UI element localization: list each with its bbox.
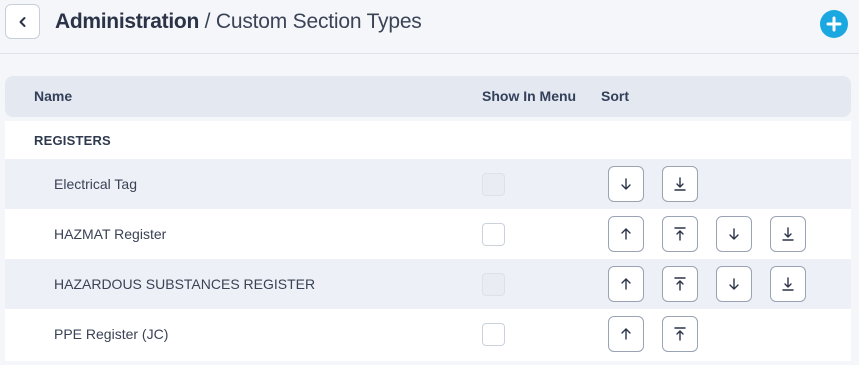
move-up-button[interactable] [608, 316, 644, 352]
move-to-top-button[interactable] [662, 316, 698, 352]
move-down-button[interactable] [716, 216, 752, 252]
arrow-to-bottom-icon [782, 277, 794, 291]
table-row: HAZMAT Register [5, 209, 851, 259]
group-label: REGISTERS [34, 133, 111, 148]
arrow-to-top-icon [674, 327, 686, 341]
show-in-menu-checkbox [482, 273, 505, 296]
move-to-top-button[interactable] [662, 216, 698, 252]
add-section-type-button[interactable] [820, 10, 848, 38]
row-name: PPE Register (JC) [54, 326, 169, 342]
arrow-down-icon [729, 278, 739, 290]
arrow-up-icon [621, 278, 631, 290]
move-to-bottom-button[interactable] [770, 266, 806, 302]
arrow-up-icon [621, 328, 631, 340]
arrow-to-top-icon [674, 227, 686, 241]
column-header-sort: Sort [601, 88, 629, 104]
breadcrumb-root[interactable]: Administration [55, 10, 199, 33]
arrow-to-bottom-icon [674, 177, 686, 191]
breadcrumb-current: / Custom Section Types [198, 10, 422, 33]
move-to-top-button[interactable] [662, 266, 698, 302]
table-row: PPE Register (JC) [5, 309, 851, 359]
plus-icon [826, 16, 842, 32]
arrow-to-top-icon [674, 277, 686, 291]
move-down-button[interactable] [716, 266, 752, 302]
move-up-button[interactable] [608, 216, 644, 252]
show-in-menu-checkbox[interactable] [482, 323, 505, 346]
column-header-name: Name [34, 88, 73, 104]
row-name: HAZMAT Register [54, 226, 167, 242]
table-row: HAZARDOUS SUBSTANCES REGISTER [5, 259, 851, 309]
table-header: Name Show In Menu Sort [5, 76, 851, 117]
row-name: HAZARDOUS SUBSTANCES REGISTER [54, 276, 316, 292]
show-in-menu-checkbox[interactable] [482, 223, 505, 246]
arrow-up-icon [621, 228, 631, 240]
move-up-button[interactable] [608, 266, 644, 302]
table-row: Electrical Tag [5, 159, 851, 209]
page-title: Administration / Custom Section Types [55, 9, 422, 35]
arrow-to-bottom-icon [782, 227, 794, 241]
move-to-bottom-button[interactable] [662, 166, 698, 202]
arrow-down-icon [729, 228, 739, 240]
chevron-left-icon [19, 16, 25, 27]
row-name: Electrical Tag [54, 176, 138, 192]
page-header: Administration / Custom Section Types [0, 0, 859, 54]
show-in-menu-checkbox [482, 173, 505, 196]
back-button[interactable] [5, 4, 40, 39]
column-header-show-in-menu: Show In Menu [482, 88, 577, 104]
move-to-bottom-button[interactable] [770, 216, 806, 252]
table-body: REGISTERS Electrical Tag HAZMAT Register… [5, 121, 851, 361]
arrow-down-icon [621, 178, 631, 190]
move-down-button[interactable] [608, 166, 644, 202]
